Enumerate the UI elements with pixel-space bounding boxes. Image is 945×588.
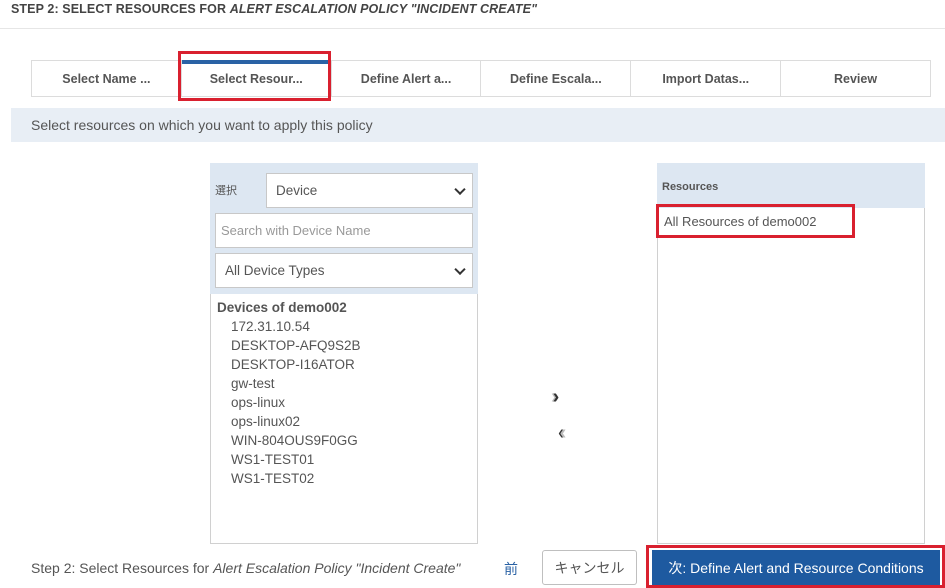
device-type-value: All Device Types bbox=[225, 263, 325, 278]
header-divider bbox=[0, 28, 945, 29]
double-chevron-right-icon: ›› bbox=[551, 386, 560, 408]
device-search-input[interactable]: Search with Device Name bbox=[215, 213, 473, 248]
cancel-button[interactable]: キャンセル bbox=[542, 550, 637, 585]
info-text: Select resources on which you want to ap… bbox=[31, 117, 373, 133]
list-item[interactable]: WS1-TEST02 bbox=[231, 471, 314, 486]
wizard-tabs: Select Name ... Select Resour... Define … bbox=[31, 60, 931, 97]
footer-policy-name: Alert Escalation Policy "Incident Create… bbox=[213, 560, 461, 576]
device-group-title[interactable]: Devices of demo002 bbox=[217, 300, 347, 315]
list-item[interactable]: DESKTOP-AFQ9S2B bbox=[231, 338, 361, 353]
selected-resources-list bbox=[657, 208, 925, 544]
select-label: 選択 bbox=[215, 185, 237, 197]
search-placeholder: Search with Device Name bbox=[221, 223, 371, 238]
move-right-button[interactable]: ›› bbox=[551, 386, 560, 409]
list-item[interactable]: ops-linux02 bbox=[231, 414, 300, 429]
list-item[interactable]: DESKTOP-I16ATOR bbox=[231, 357, 355, 372]
tab-select-name[interactable]: Select Name ... bbox=[32, 61, 182, 96]
tab-define-escalation[interactable]: Define Escala... bbox=[481, 61, 632, 96]
info-bar: Select resources on which you want to ap… bbox=[11, 108, 945, 142]
tab-import-datasets[interactable]: Import Datas... bbox=[631, 61, 782, 96]
previous-button[interactable]: 前 bbox=[504, 559, 518, 579]
policy-name: ALERT ESCALATION POLICY "INCIDENT CREATE… bbox=[229, 2, 538, 16]
list-item[interactable]: All Resources of demo002 bbox=[664, 214, 816, 229]
double-chevron-left-icon: ‹‹ bbox=[558, 422, 567, 444]
resource-type-select[interactable]: Device bbox=[266, 173, 473, 208]
list-item[interactable]: gw-test bbox=[231, 376, 275, 391]
chevron-down-icon bbox=[454, 183, 466, 195]
page-title: STEP 2: SELECT RESOURCES FOR ALERT ESCAL… bbox=[11, 2, 538, 16]
device-type-select[interactable]: All Device Types bbox=[215, 253, 473, 288]
tab-review[interactable]: Review bbox=[781, 61, 930, 96]
move-left-button[interactable]: ‹‹ bbox=[558, 422, 567, 445]
list-item[interactable]: WIN-804OUS9F0GG bbox=[231, 433, 358, 448]
list-item[interactable]: 172.31.10.54 bbox=[231, 319, 310, 334]
list-item[interactable]: ops-linux bbox=[231, 395, 285, 410]
next-button[interactable]: 次: Define Alert and Resource Conditions bbox=[652, 550, 940, 585]
footer-step-text: Step 2: Select Resources for Alert Escal… bbox=[31, 560, 461, 576]
list-item[interactable]: WS1-TEST01 bbox=[231, 452, 314, 467]
tab-define-alert[interactable]: Define Alert a... bbox=[332, 61, 482, 96]
chevron-down-icon bbox=[454, 263, 466, 275]
resources-label: Resources bbox=[662, 181, 719, 193]
resource-type-value: Device bbox=[276, 183, 318, 198]
tab-select-resources[interactable]: Select Resour... bbox=[181, 60, 332, 96]
